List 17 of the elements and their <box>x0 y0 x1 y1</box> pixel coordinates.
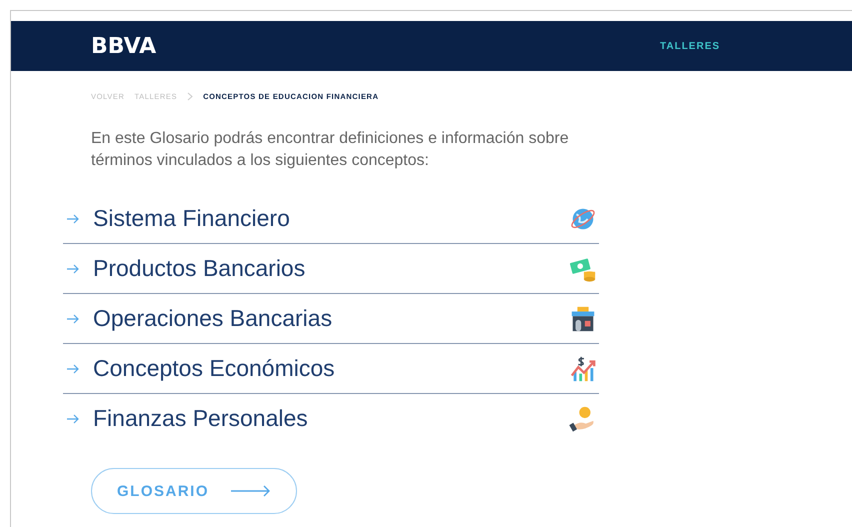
chart-up-icon <box>569 354 597 382</box>
bbva-logo[interactable]: BBVA <box>91 34 156 58</box>
intro-text: En este Glosario podrás encontrar definiciones e información sobre términos vinculados a los siguientes conceptos: <box>91 129 570 171</box>
concept-link[interactable]: Conceptos Económicos <box>93 355 569 382</box>
store-icon <box>569 304 597 332</box>
concept-link[interactable]: Productos Bancarios <box>93 255 569 282</box>
concept-link[interactable]: Finanzas Personales <box>93 405 569 432</box>
arrow-right-icon <box>67 214 79 224</box>
arrow-right-icon <box>67 264 79 274</box>
arrow-right-icon <box>67 314 79 324</box>
concept-link[interactable]: Sistema Financiero <box>93 205 569 232</box>
nav-link[interactable]: TALLERES <box>660 40 720 52</box>
chevron-icon <box>187 92 194 100</box>
arrow-right-icon <box>67 414 79 424</box>
arrow-right-icon <box>67 364 79 374</box>
arrow-right-icon <box>231 485 272 497</box>
concept-link[interactable]: Operaciones Bancarias <box>93 305 569 332</box>
